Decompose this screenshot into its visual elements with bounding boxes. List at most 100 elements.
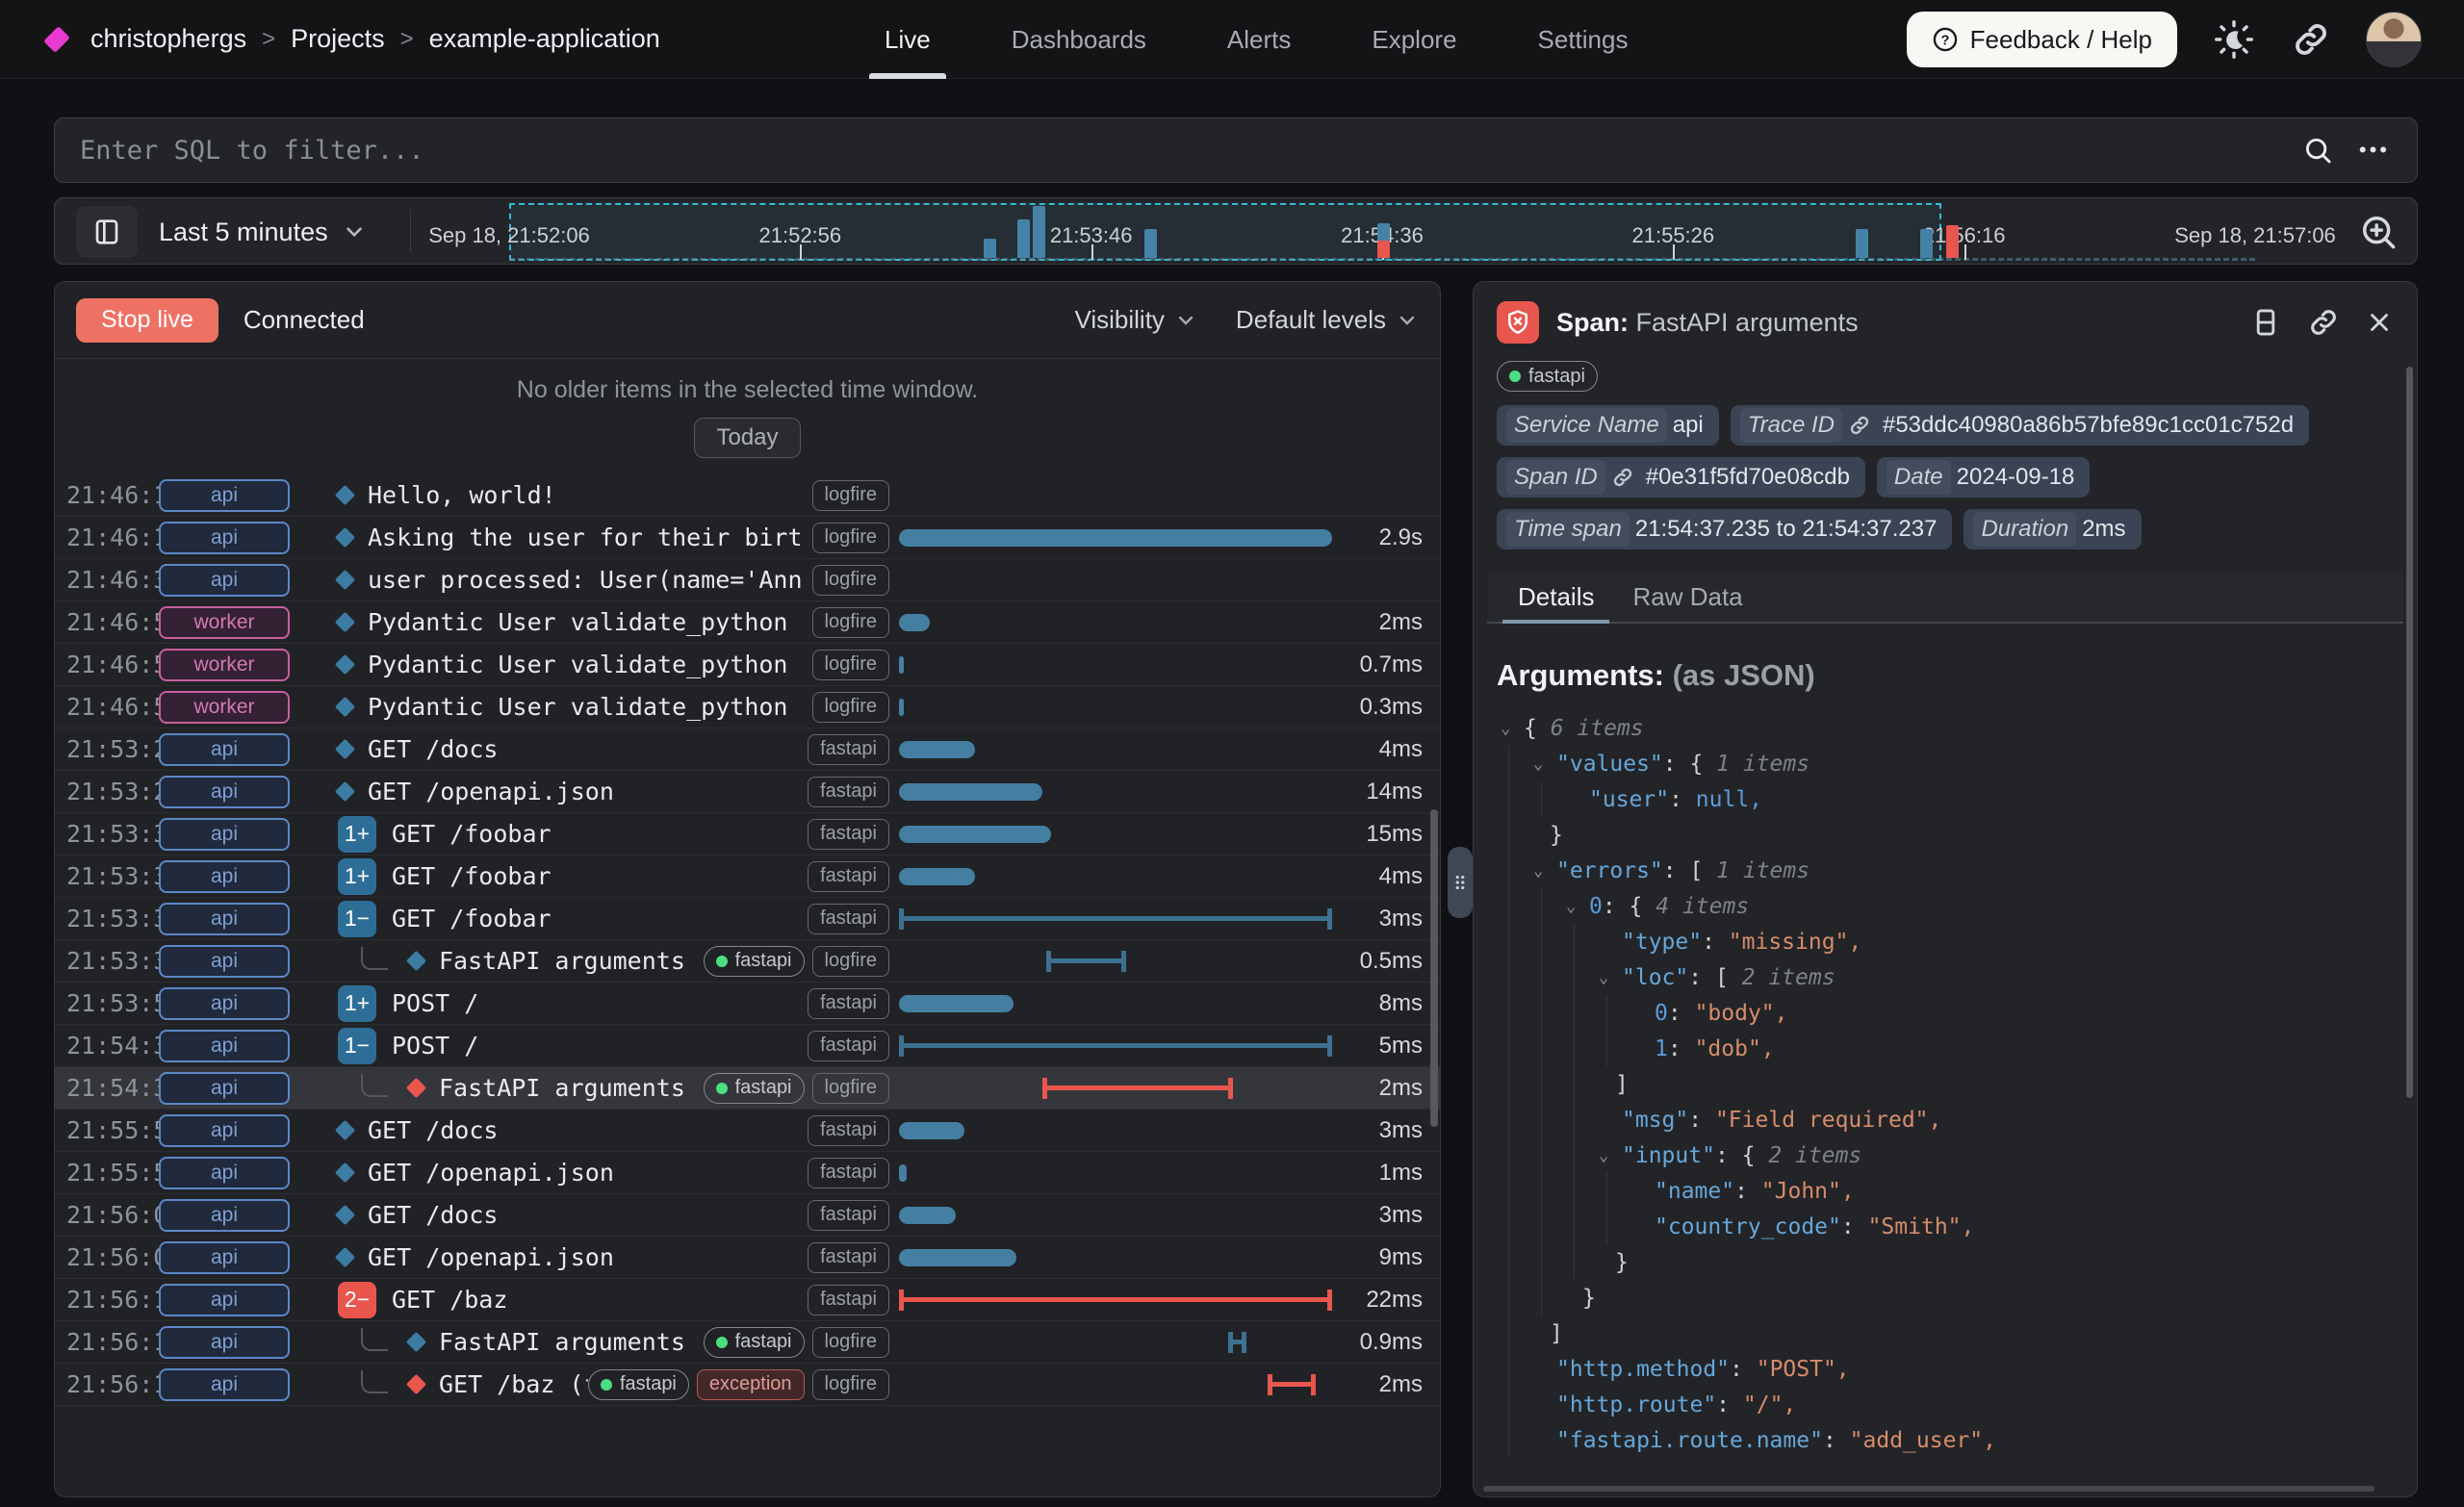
chip-span-id[interactable]: Span ID#0e31f5fd70e08cdb (1497, 457, 1865, 498)
row-timestamp: 21:56:13 (55, 1328, 151, 1356)
service-badge-api[interactable]: api (159, 1114, 290, 1147)
collapse-toggle-badge[interactable]: 1− (338, 1028, 376, 1064)
service-badge-api[interactable]: api (159, 1241, 290, 1274)
trace-row[interactable]: 21:53:56api1+POST /fastapi8ms (55, 983, 1440, 1025)
split-view-icon (2249, 306, 2282, 339)
detail-vertical-scrollbar[interactable] (2406, 367, 2413, 1098)
default-levels-select[interactable]: Default levels (1236, 305, 1419, 335)
tab-live[interactable]: Live (869, 0, 946, 79)
tab-settings[interactable]: Settings (1523, 0, 1644, 79)
service-badge-api[interactable]: api (159, 1072, 290, 1105)
service-tag-fastapi[interactable]: fastapi (1497, 361, 1598, 392)
copy-link-button[interactable] (2291, 19, 2331, 60)
trace-row[interactable]: 21:56:09apiGET /docsfastapi3ms (55, 1194, 1440, 1237)
service-badge-api[interactable]: api (159, 522, 290, 554)
trace-row[interactable]: 21:46:55workerPydantic User validate_pyt… (55, 601, 1440, 644)
trace-row[interactable]: 21:46:19apiHello, world!logfire (55, 474, 1440, 517)
trace-row[interactable]: 21:53:35api1−GET /foobarfastapi3ms (55, 898, 1440, 940)
service-badge-api[interactable]: api (159, 1030, 290, 1062)
collapse-toggle-badge[interactable]: 2− (338, 1282, 376, 1318)
json-collapse-chevron[interactable]: ⌄ (1533, 754, 1556, 774)
trace-row[interactable]: 21:46:19apiAsking the user for their bir… (55, 517, 1440, 559)
today-button[interactable]: Today (694, 418, 800, 458)
filter-more-button[interactable]: ••• (2359, 138, 2390, 163)
trace-row[interactable]: 21:53:28apiGET /openapi.jsonfastapi14ms (55, 771, 1440, 813)
timeline-selection-window[interactable] (509, 203, 1941, 261)
service-badge-api[interactable]: api (159, 1157, 290, 1189)
json-collapse-chevron[interactable]: ⌄ (1599, 968, 1622, 987)
trace-row[interactable]: 21:53:33api1+GET /foobarfastapi15ms (55, 813, 1440, 856)
search-icon[interactable] (2301, 134, 2334, 166)
service-badge-api[interactable]: api (159, 1284, 290, 1316)
collapse-toggle-badge[interactable]: 1+ (338, 858, 376, 895)
service-badge-api[interactable]: api (159, 776, 290, 808)
breadcrumb-projects[interactable]: Projects (291, 24, 385, 54)
detail-tab-details[interactable]: Details (1499, 571, 1613, 622)
service-badge-api[interactable]: api (159, 1199, 290, 1232)
row-message: GET /docs (368, 735, 498, 763)
collapse-toggle-badge[interactable]: 1+ (338, 816, 376, 853)
trace-row[interactable]: 21:54:37api1−POST /fastapi5ms (55, 1025, 1440, 1067)
detail-tab-raw-data[interactable]: Raw Data (1613, 571, 1761, 622)
trace-row[interactable]: 21:46:55workerPydantic User validate_pyt… (55, 644, 1440, 686)
trace-row[interactable]: 21:54:37apiFastAPI argumentsfastapilogfi… (55, 1067, 1440, 1110)
trace-row[interactable]: 21:53:35apiFastAPI argumentsfastapilogfi… (55, 940, 1440, 983)
service-badge-api[interactable]: api (159, 860, 290, 893)
service-badge-api[interactable]: api (159, 479, 290, 512)
json-line: ] (1497, 1315, 2417, 1351)
trace-row[interactable]: 21:53:35api1+GET /foobarfastapi4ms (55, 856, 1440, 898)
chip-date[interactable]: Date2024-09-18 (1877, 457, 2090, 498)
tab-explore[interactable]: Explore (1356, 0, 1472, 79)
chip-service-name[interactable]: Service Nameapi (1497, 405, 1719, 446)
sidebar-toggle-button[interactable] (76, 206, 138, 258)
service-badge-api[interactable]: api (159, 1368, 290, 1401)
json-collapse-chevron[interactable]: ⌄ (1501, 719, 1524, 738)
json-collapse-chevron[interactable]: ⌄ (1599, 1146, 1622, 1165)
trace-row[interactable]: 21:46:55workerPydantic User validate_pyt… (55, 686, 1440, 728)
service-badge-api[interactable]: api (159, 564, 290, 597)
trace-row[interactable]: 21:56:13api2−GET /bazfastapi22ms (55, 1279, 1440, 1321)
service-badge-api[interactable]: api (159, 733, 290, 766)
trace-row[interactable]: 21:56:13apiFastAPI argumentsfastapilogfi… (55, 1321, 1440, 1364)
close-panel-button[interactable] (2365, 308, 2394, 337)
chip-duration[interactable]: Duration2ms (1964, 509, 2141, 549)
visibility-select[interactable]: Visibility (1074, 305, 1196, 335)
copy-span-link-button[interactable] (2307, 306, 2340, 339)
row-duration: 4ms (1332, 736, 1440, 763)
tab-dashboards[interactable]: Dashboards (996, 0, 1162, 79)
breadcrumb-org[interactable]: christophergs (90, 24, 246, 54)
service-badge-api[interactable]: api (159, 818, 290, 851)
chip-time-span[interactable]: Time span21:54:37.235 to 21:54:37.237 (1497, 509, 1952, 549)
time-range-select[interactable]: Last 5 minutes (159, 198, 367, 266)
trace-row[interactable]: 21:56:13apiGET /baz (fofastapiexceptionl… (55, 1364, 1440, 1406)
detail-horizontal-scrollbar[interactable] (1483, 1486, 2374, 1492)
trace-row[interactable]: 21:55:58apiGET /docsfastapi3ms (55, 1110, 1440, 1152)
chip-trace-id[interactable]: Trace ID#53ddc40980a86b57bfe89c1cc01c752… (1731, 405, 2309, 446)
panel-resize-handle[interactable] (1448, 847, 1473, 918)
json-collapse-chevron[interactable]: ⌄ (1533, 861, 1556, 881)
service-badge-worker[interactable]: worker (159, 606, 290, 639)
service-badge-api[interactable]: api (159, 903, 290, 935)
split-view-button[interactable] (2249, 306, 2282, 339)
user-avatar[interactable] (2366, 12, 2422, 67)
trace-row[interactable]: 21:55:58apiGET /openapi.jsonfastapi1ms (55, 1152, 1440, 1194)
tab-alerts[interactable]: Alerts (1212, 0, 1306, 79)
trace-row[interactable]: 21:53:28apiGET /docsfastapi4ms (55, 728, 1440, 771)
service-badge-api[interactable]: api (159, 987, 290, 1020)
collapse-toggle-badge[interactable]: 1+ (338, 985, 376, 1022)
theme-toggle-button[interactable] (2212, 17, 2256, 62)
trace-row[interactable]: 21:56:09apiGET /openapi.jsonfastapi9ms (55, 1237, 1440, 1279)
collapse-toggle-badge[interactable]: 1− (338, 901, 376, 937)
breadcrumb-project-name[interactable]: example-application (429, 24, 660, 54)
timeline-zoom-in-button[interactable] (2357, 211, 2400, 253)
feedback-help-button[interactable]: ? Feedback / Help (1907, 12, 2177, 67)
list-scrollbar[interactable] (1430, 809, 1438, 1127)
service-badge-api[interactable]: api (159, 945, 290, 978)
service-badge-api[interactable]: api (159, 1326, 290, 1359)
sql-filter-input[interactable] (55, 136, 2301, 166)
service-badge-worker[interactable]: worker (159, 649, 290, 681)
stop-live-button[interactable]: Stop live (76, 298, 218, 343)
service-badge-worker[interactable]: worker (159, 691, 290, 724)
json-collapse-chevron[interactable]: ⌄ (1566, 897, 1589, 916)
trace-row[interactable]: 21:46:33apiuser processed: User(name='An… (55, 559, 1440, 601)
